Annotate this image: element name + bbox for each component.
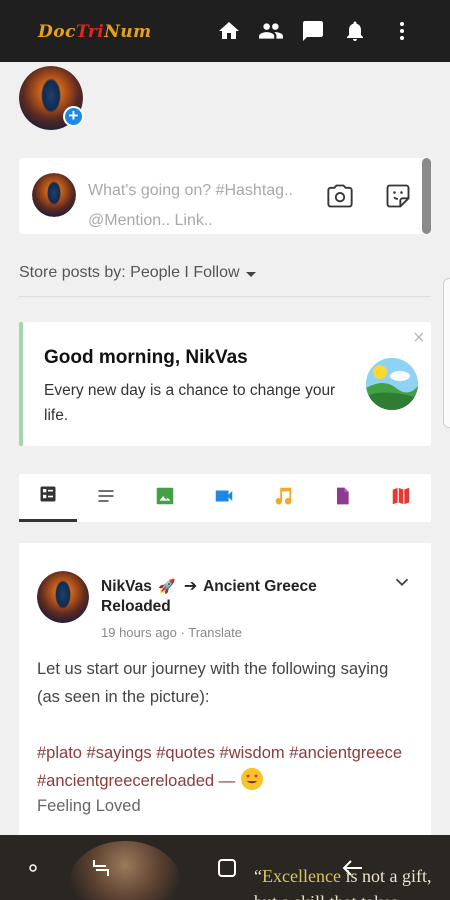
tab-maps[interactable]	[372, 474, 430, 522]
recent-apps-icon[interactable]	[86, 853, 116, 883]
add-story-icon[interactable]: +	[63, 106, 84, 127]
rocket-icon: 🚀	[158, 578, 176, 594]
post-body: Let us start our journey with the follow…	[37, 660, 389, 706]
author-avatar[interactable]	[37, 571, 89, 623]
back-icon[interactable]	[338, 853, 368, 883]
tab-all[interactable]	[19, 474, 77, 522]
tab-text[interactable]	[77, 474, 135, 522]
post-hashtags: #plato #sayings #quotes #wisdom #ancient…	[37, 739, 417, 795]
post-feeling: Feeling Loved	[37, 797, 141, 815]
store-posts-label: Store posts by: People I Follow	[19, 264, 240, 281]
post-header: NikVas 🚀 ➔ Ancient Greece Reloaded	[101, 576, 341, 617]
sticker-icon[interactable]	[384, 182, 412, 215]
file-icon	[332, 485, 352, 512]
caret-down-icon	[245, 271, 256, 277]
video-icon	[212, 485, 236, 512]
divider	[19, 296, 431, 297]
content-filter-tabs	[19, 474, 431, 522]
tab-videos[interactable]	[195, 474, 253, 522]
store-posts-dropdown[interactable]: Store posts by: People I Follow	[19, 264, 256, 282]
post-time[interactable]: 19 hours ago	[101, 625, 177, 640]
translate-link[interactable]: Translate	[188, 625, 242, 640]
home-button-icon[interactable]	[212, 853, 242, 883]
post-card: NikVas 🚀 ➔ Ancient Greece Reloaded 19 ho…	[19, 543, 431, 843]
music-icon	[272, 485, 294, 512]
post-meta: 19 hours ago · Translate	[101, 625, 242, 640]
feed-icon	[38, 484, 58, 509]
scrollbar[interactable]	[422, 158, 431, 234]
tab-music[interactable]	[254, 474, 312, 522]
bell-icon[interactable]	[342, 18, 368, 44]
composer-avatar	[32, 173, 76, 217]
map-icon	[390, 485, 412, 512]
text-lines-icon	[95, 486, 117, 511]
landscape-illustration-icon	[366, 358, 418, 410]
nav-dot-icon[interactable]	[18, 853, 48, 883]
greeting-title: Good morning, NikVas	[44, 347, 248, 368]
people-icon[interactable]	[258, 18, 284, 44]
heart-eyes-emoji-icon	[241, 768, 264, 790]
chevron-down-icon[interactable]	[391, 571, 413, 598]
tab-photos[interactable]	[136, 474, 194, 522]
tab-files[interactable]	[313, 474, 371, 522]
greeting-message: Every new day is a chance to change your…	[44, 382, 336, 424]
greeting-card: Good morning, NikVas Every new day is a …	[19, 322, 431, 446]
hashtags-text[interactable]: #plato #sayings #quotes #wisdom #ancient…	[37, 744, 402, 790]
app-logo[interactable]: DocTriNum	[38, 22, 152, 42]
post-composer[interactable]: What's going on? #Hashtag.. @Mention.. L…	[19, 158, 431, 234]
camera-icon[interactable]	[326, 182, 354, 215]
image-icon	[154, 485, 176, 512]
top-app-bar: DocTriNum	[0, 0, 450, 62]
home-icon[interactable]	[216, 18, 242, 44]
arrow-right-icon: ➔	[183, 578, 198, 595]
chat-icon[interactable]	[300, 18, 326, 44]
system-nav-bar: “Excellence is not a gift, but a skill t…	[0, 835, 450, 900]
author-name[interactable]: NikVas	[101, 578, 152, 595]
close-icon[interactable]: ×	[413, 327, 425, 350]
composer-placeholder[interactable]: What's going on? #Hashtag.. @Mention.. L…	[88, 176, 318, 236]
more-vert-icon[interactable]	[389, 18, 415, 44]
edge-panel-handle[interactable]	[443, 278, 450, 428]
